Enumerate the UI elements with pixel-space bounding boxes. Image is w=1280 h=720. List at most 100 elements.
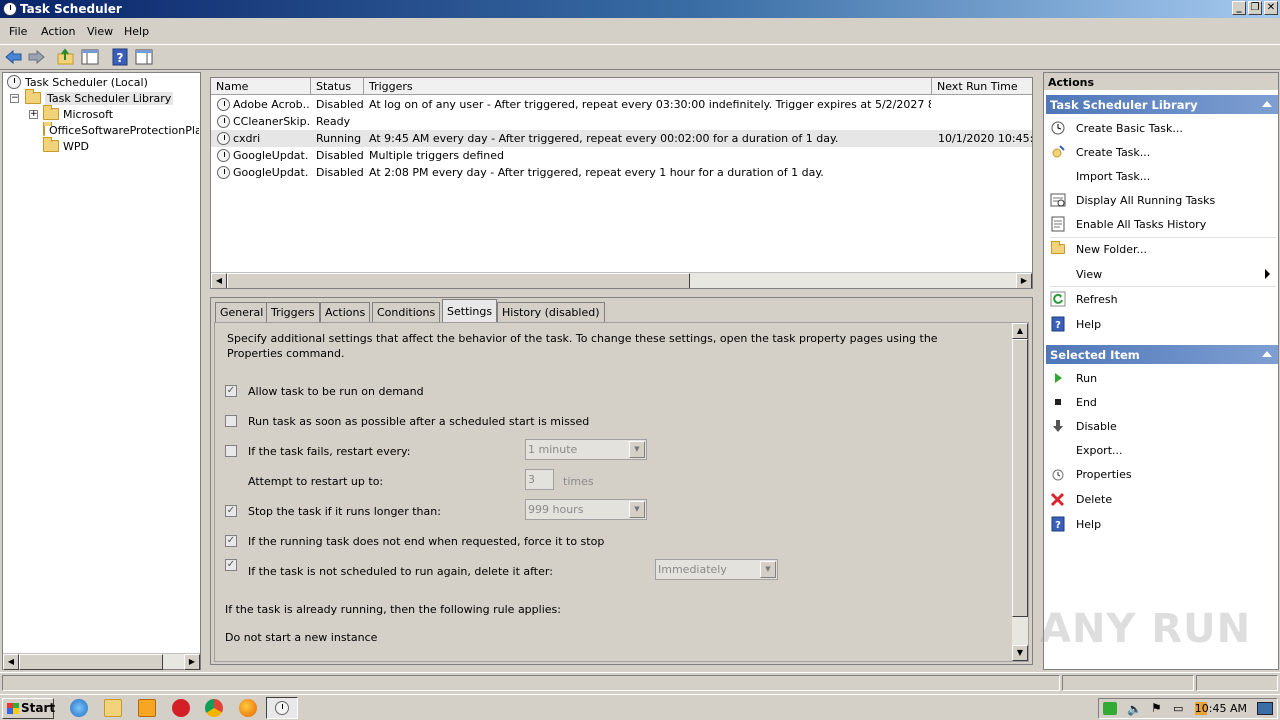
back-arrow-icon[interactable] [4,48,24,66]
system-tray: 🔈 ⚑ ▭ 10:45 AM [1098,698,1278,719]
column-header-next-run-time[interactable]: Next Run Time [932,78,1032,95]
stop-longer-checkbox[interactable]: ✓ [225,505,237,517]
export-icon [1050,442,1066,458]
task-name: GoogleUpdat... [233,149,309,162]
action-enable-tasks-history[interactable]: Enable All Tasks History [1046,213,1278,235]
scroll-left-button[interactable]: ◀ [3,654,19,670]
tab-conditions[interactable]: Conditions [372,302,441,322]
action-label: Disable [1076,419,1117,433]
tab-settings[interactable]: Settings [442,299,498,323]
restart-fail-checkbox[interactable] [225,445,237,457]
stop-duration-dropdown[interactable]: 999 hours ▼ [525,499,647,520]
library-section-header[interactable]: Task Scheduler Library [1046,95,1278,114]
scroll-up-button[interactable]: ▲ [1012,323,1028,339]
allow-demand-checkbox[interactable]: ✓ [225,385,237,397]
collapse-up-icon [1262,351,1272,357]
column-header-triggers[interactable]: Triggers [364,78,932,95]
settings-vertical-scrollbar[interactable]: ▲ ▼ [1012,323,1028,661]
task-triggers: At log on of any user - After triggered,… [369,98,931,111]
tab-actions[interactable]: Actions [320,302,371,322]
action-disable[interactable]: Disable [1046,415,1278,437]
help-icon: ? [1051,316,1065,332]
action-import-task[interactable]: Import Task... [1046,165,1278,187]
force-stop-checkbox[interactable]: ✓ [225,535,237,547]
scroll-thumb[interactable] [19,654,163,670]
action-properties[interactable]: Properties [1046,463,1278,485]
firefox-icon[interactable] [239,699,257,717]
show-desktop-icon[interactable] [1257,702,1273,715]
action-refresh[interactable]: Refresh [1046,288,1278,310]
tree-item-wpd[interactable]: WPD [43,137,89,154]
delete-after-checkbox[interactable]: ✓ [225,559,237,571]
collapse-library-icon[interactable]: − [10,94,19,103]
menu-action[interactable]: Action [41,25,75,38]
close-button[interactable]: ✕ [1264,1,1278,15]
action-label: Import Task... [1076,169,1151,183]
table-row[interactable]: GoogleUpdat... Disabled At 2:08 PM every… [211,164,1032,181]
tab-history[interactable]: History (disabled) [497,302,605,322]
task-list-horizontal-scrollbar[interactable]: ◀ ▶ [211,272,1032,288]
opera-icon[interactable] [172,699,190,717]
selected-item-section-header[interactable]: Selected Item [1046,345,1278,364]
action-end[interactable]: End [1046,391,1278,413]
scroll-right-button[interactable]: ▶ [184,654,200,670]
task-next-run: 10/1/2020 10:45:00 [938,132,1033,145]
action-export[interactable]: Export... [1046,439,1278,461]
scroll-thumb[interactable] [227,273,690,288]
restart-interval-dropdown[interactable]: 1 minute ▼ [525,439,647,460]
media-player-icon[interactable] [138,699,156,717]
action-create-basic-task[interactable]: Create Basic Task... [1046,117,1278,139]
tree-item-microsoft[interactable]: Microsoft [43,105,113,122]
restore-button[interactable]: ❐ [1248,1,1262,15]
expand-microsoft-icon[interactable]: + [29,110,38,119]
show-hide-tree-icon[interactable] [80,48,100,66]
volume-icon[interactable]: 🔈 [1127,702,1142,716]
tree-item-officesoftwareprotection[interactable]: OfficeSoftwareProtectionPla [43,122,199,138]
chrome-icon[interactable] [205,699,223,717]
network-icon[interactable]: ▭ [1173,702,1183,715]
action-view[interactable]: View [1046,263,1278,285]
action-create-task[interactable]: Create Task... [1046,141,1278,163]
scroll-thumb[interactable] [1012,339,1028,617]
table-row[interactable]: GoogleUpdat... Disabled Multiple trigger… [211,147,1032,164]
internet-explorer-icon[interactable] [70,699,88,717]
forward-arrow-icon[interactable] [26,48,46,66]
tab-general[interactable]: General [215,302,269,322]
table-row-selected[interactable]: cxdri Running At 9:45 AM every day - Aft… [211,130,1033,147]
delete-after-dropdown[interactable]: Immediately ▼ [655,559,778,580]
action-run[interactable]: Run [1046,367,1278,389]
menu-view[interactable]: View [87,25,113,38]
start-button[interactable]: Start [2,698,55,719]
run-missed-checkbox[interactable] [225,415,237,427]
tree-horizontal-scrollbar[interactable]: ◀ ▶ [3,653,200,670]
security-shield-icon[interactable] [1103,702,1117,715]
table-row[interactable]: CCleanerSkip... Ready [211,113,1032,130]
menu-help[interactable]: Help [124,25,149,38]
menu-file[interactable]: File [9,25,27,38]
column-header-status[interactable]: Status [311,78,364,95]
minimize-button[interactable]: _ [1232,1,1246,15]
action-delete[interactable]: Delete [1046,488,1278,510]
task-clock-icon [217,115,230,128]
column-header-name[interactable]: Name [211,78,311,95]
action-center-flag-icon[interactable]: ⚑ [1151,701,1162,715]
scroll-down-button[interactable]: ▼ [1012,645,1028,661]
tree-root[interactable]: Task Scheduler (Local) [7,74,148,90]
explorer-folder-icon[interactable] [104,699,122,717]
attempt-count-input[interactable]: 3 [525,469,554,490]
task-scheduler-icon [3,2,17,16]
action-display-running-tasks[interactable]: Display All Running Tasks [1046,189,1278,211]
scroll-left-button[interactable]: ◀ [211,273,227,288]
scroll-right-button[interactable]: ▶ [1016,273,1032,288]
help-icon[interactable]: ? [110,48,130,66]
action-help[interactable]: ? Help [1046,313,1278,335]
tab-triggers[interactable]: Triggers [266,302,320,322]
action-help-selected[interactable]: ? Help [1046,513,1278,535]
taskbar-task-scheduler-button[interactable] [266,697,298,719]
taskbar-clock[interactable]: 10:45 AM [1195,702,1247,715]
show-hide-action-pane-icon[interactable] [134,48,154,66]
action-new-folder[interactable]: New Folder... [1046,238,1278,260]
up-folder-icon[interactable] [56,48,76,66]
tree-item-library[interactable]: Task Scheduler Library [25,89,174,106]
table-row[interactable]: Adobe Acrob... Disabled At log on of any… [211,96,1032,113]
